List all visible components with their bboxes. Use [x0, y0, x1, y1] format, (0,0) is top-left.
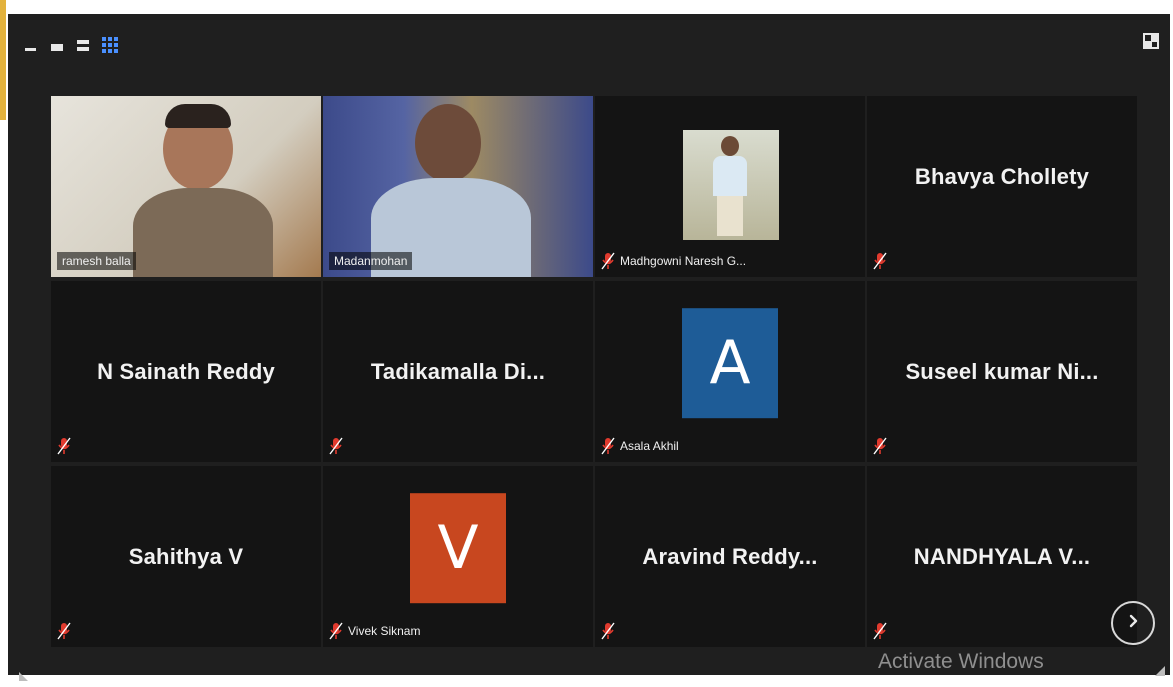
- participant-tile[interactable]: ramesh balla: [51, 96, 321, 277]
- participant-label: Vivek Siknam: [329, 621, 420, 641]
- participant-name: Sahithya V: [128, 543, 244, 569]
- participant-tile[interactable]: Bhavya Chollety: [867, 96, 1137, 277]
- participant-label: [873, 251, 887, 271]
- participant-name: Tadikamalla Di...: [370, 358, 546, 384]
- participant-name: NANDHYALA V...: [913, 543, 1091, 569]
- participant-tile[interactable]: Madhgowni Naresh G...: [595, 96, 865, 277]
- participant-name: Aravind Reddy...: [642, 543, 818, 569]
- participant-label: Madhgowni Naresh G...: [601, 251, 746, 271]
- layout-icon[interactable]: [1142, 32, 1160, 50]
- background-scrap: [0, 0, 6, 120]
- video-feed: [51, 96, 321, 277]
- muted-mic-icon: [601, 437, 615, 455]
- participant-name: Madanmohan: [329, 252, 413, 270]
- list-view-icon[interactable]: [74, 36, 94, 56]
- participant-label: [873, 436, 887, 456]
- activate-windows-watermark: Activate Windows: [878, 650, 1044, 673]
- next-page-button[interactable]: [1111, 601, 1155, 645]
- muted-mic-icon: [873, 252, 887, 270]
- participant-tile[interactable]: Madanmohan: [323, 96, 593, 277]
- muted-mic-icon: [601, 252, 615, 270]
- participant-label: Asala Akhil: [601, 436, 679, 456]
- participant-tile[interactable]: Sahithya V: [51, 466, 321, 647]
- participant-tile[interactable]: NANDHYALA V...: [867, 466, 1137, 647]
- participant-name: Vivek Siknam: [348, 624, 421, 638]
- participant-label: ramesh balla: [57, 251, 136, 271]
- participant-label: [873, 621, 887, 641]
- muted-mic-icon: [601, 622, 615, 640]
- participant-name: Suseel kumar Ni...: [905, 358, 1099, 384]
- participant-name: Madhgowni Naresh G...: [620, 254, 747, 268]
- gallery-grid-icon[interactable]: [100, 36, 120, 56]
- participant-tile[interactable]: A Asala Akhil: [595, 281, 865, 462]
- avatar: A: [682, 307, 778, 418]
- minimize-view-icon[interactable]: [22, 36, 42, 56]
- muted-mic-icon: [57, 622, 71, 640]
- participant-name: N Sainath Reddy: [97, 358, 275, 384]
- avatar: V: [410, 492, 506, 603]
- resize-handle-icon[interactable]: [18, 669, 30, 687]
- video-feed: [323, 96, 593, 277]
- participant-grid: ramesh balla Madanmohan Madhgowni Naresh…: [51, 96, 1137, 647]
- participant-label: Madanmohan: [329, 251, 413, 271]
- participant-tile[interactable]: V Vivek Siknam: [323, 466, 593, 647]
- muted-mic-icon: [873, 622, 887, 640]
- participant-name: ramesh balla: [57, 252, 136, 270]
- muted-mic-icon: [329, 622, 343, 640]
- resize-handle-icon[interactable]: [1154, 664, 1166, 682]
- participant-name: Bhavya Chollety: [914, 163, 1090, 189]
- participant-tile[interactable]: Aravind Reddy...: [595, 466, 865, 647]
- participant-tile[interactable]: Suseel kumar Ni...: [867, 281, 1137, 462]
- participant-label: [329, 436, 343, 456]
- meeting-window: ramesh balla Madanmohan Madhgowni Naresh…: [8, 14, 1170, 681]
- muted-mic-icon: [57, 437, 71, 455]
- participant-name: Asala Akhil: [620, 439, 679, 453]
- participant-tile[interactable]: N Sainath Reddy: [51, 281, 321, 462]
- muted-mic-icon: [329, 437, 343, 455]
- participant-label: [57, 621, 71, 641]
- profile-photo: [683, 130, 779, 240]
- chevron-right-icon: [1125, 613, 1141, 634]
- participant-label: [601, 621, 615, 641]
- speaker-view-icon[interactable]: [48, 36, 68, 56]
- muted-mic-icon: [873, 437, 887, 455]
- participant-label: [57, 436, 71, 456]
- participant-tile[interactable]: Tadikamalla Di...: [323, 281, 593, 462]
